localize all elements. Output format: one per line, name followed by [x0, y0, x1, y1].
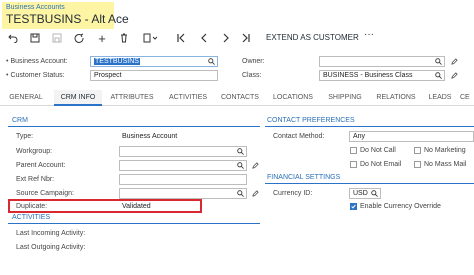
- contact-method-label: Contact Method:: [273, 133, 325, 140]
- search-icon[interactable]: [237, 162, 244, 169]
- search-icon[interactable]: [237, 148, 244, 155]
- search-icon[interactable]: [435, 58, 442, 65]
- financial-settings-title: FINANCIAL SETTINGS: [267, 174, 341, 181]
- customer-status-select[interactable]: Prospect: [90, 70, 218, 81]
- extend-as-customer-button[interactable]: EXTEND AS CUSTOMER: [266, 31, 359, 45]
- last-outgoing-label: Last Outgoing Activity:: [16, 244, 86, 251]
- save-close-icon[interactable]: [50, 31, 64, 45]
- activities-section-title: ACTIVITIES: [12, 214, 51, 221]
- crm-section-title: CRM: [12, 117, 28, 124]
- tab-shipping[interactable]: SHIPPING: [324, 90, 366, 106]
- class-field[interactable]: BUSINESS - Business Class: [319, 70, 445, 81]
- contact-preferences-line: [265, 126, 474, 127]
- tab-general[interactable]: GENERAL: [6, 90, 46, 106]
- edit-icon[interactable]: [451, 72, 458, 79]
- edit-icon[interactable]: [252, 162, 259, 169]
- tab-contacts[interactable]: CONTACTS: [219, 90, 261, 106]
- source-campaign-label: Source Campaign:: [16, 190, 74, 197]
- enable-currency-override-checkbox[interactable]: [350, 203, 357, 210]
- currency-id-field[interactable]: USD: [349, 188, 381, 199]
- type-value: Business Account: [122, 133, 178, 140]
- customer-status-label: • Customer Status:: [6, 72, 65, 79]
- ext-ref-field[interactable]: [119, 174, 247, 185]
- tab-locations[interactable]: LOCATIONS: [270, 90, 316, 106]
- business-account-field[interactable]: TESTBUSINS: [90, 56, 218, 67]
- business-account-value: TESTBUSINS: [94, 58, 140, 65]
- no-marketing-checkbox[interactable]: [414, 147, 421, 154]
- activities-section-line: [8, 223, 260, 224]
- add-icon[interactable]: +: [95, 31, 109, 46]
- search-icon[interactable]: [237, 190, 244, 197]
- duplicate-label: Duplicate:: [16, 203, 48, 210]
- edit-icon[interactable]: [451, 58, 458, 65]
- duplicate-value: Validated: [122, 203, 151, 210]
- next-record-icon[interactable]: [220, 31, 232, 45]
- save-icon[interactable]: [28, 31, 42, 45]
- class-label: Class:: [242, 72, 262, 79]
- tab-attributes[interactable]: ATTRIBUTES: [108, 90, 156, 106]
- no-mass-mail-checkbox[interactable]: [414, 161, 421, 168]
- no-mass-mail-label: No Mass Mail: [424, 161, 467, 168]
- do-not-call-label: Do Not Call: [360, 147, 396, 154]
- cancel-icon[interactable]: [72, 31, 86, 45]
- currency-id-label: Currency ID:: [273, 190, 313, 197]
- do-not-email-checkbox[interactable]: [350, 161, 357, 168]
- business-account-label: • Business Account:: [6, 58, 68, 65]
- tab-crm-info[interactable]: CRM INFO: [54, 90, 102, 106]
- last-incoming-label: Last Incoming Activity:: [16, 230, 86, 237]
- financial-settings-line: [265, 183, 474, 184]
- page-title: TESTBUSINS - Alt Ace: [6, 12, 129, 26]
- tab-relations[interactable]: RELATIONS: [374, 90, 418, 106]
- crm-section-line: [8, 126, 260, 127]
- tab-activities[interactable]: ACTIVITIES: [165, 90, 211, 106]
- more-actions-button[interactable]: ···: [364, 29, 374, 40]
- tab-leads[interactable]: LEADS: [426, 90, 454, 106]
- owner-label: Owner:: [242, 58, 265, 65]
- do-not-email-label: Do Not Email: [360, 161, 402, 168]
- first-record-icon[interactable]: [175, 31, 187, 45]
- workgroup-label: Workgroup:: [16, 148, 53, 155]
- contact-method-select[interactable]: Any: [349, 131, 474, 142]
- do-not-call-checkbox[interactable]: [350, 147, 357, 154]
- previous-record-icon[interactable]: [198, 31, 210, 45]
- search-icon[interactable]: [371, 190, 378, 197]
- ext-ref-label: Ext Ref Nbr:: [16, 176, 55, 183]
- delete-icon[interactable]: [117, 31, 131, 45]
- tab-ce[interactable]: CE: [460, 90, 474, 106]
- search-icon[interactable]: [435, 72, 442, 79]
- copy-paste-icon[interactable]: [141, 31, 159, 45]
- parent-account-field[interactable]: [119, 160, 247, 171]
- contact-preferences-title: CONTACT PREFERENCES: [267, 117, 355, 124]
- breadcrumb[interactable]: Business Accounts: [6, 4, 65, 11]
- last-record-icon[interactable]: [240, 31, 252, 45]
- tab-bar: GENERAL CRM INFO ATTRIBUTES ACTIVITIES C…: [0, 90, 474, 106]
- edit-icon[interactable]: [252, 190, 259, 197]
- undo-icon[interactable]: [6, 31, 20, 45]
- owner-field[interactable]: [319, 56, 445, 67]
- source-campaign-field[interactable]: [119, 188, 247, 199]
- workgroup-field[interactable]: [119, 146, 247, 157]
- enable-currency-override-label: Enable Currency Override: [360, 203, 441, 210]
- search-icon[interactable]: [208, 58, 215, 65]
- type-label: Type:: [16, 133, 34, 140]
- no-marketing-label: No Marketing: [424, 147, 466, 154]
- parent-account-label: Parent Account:: [16, 162, 66, 169]
